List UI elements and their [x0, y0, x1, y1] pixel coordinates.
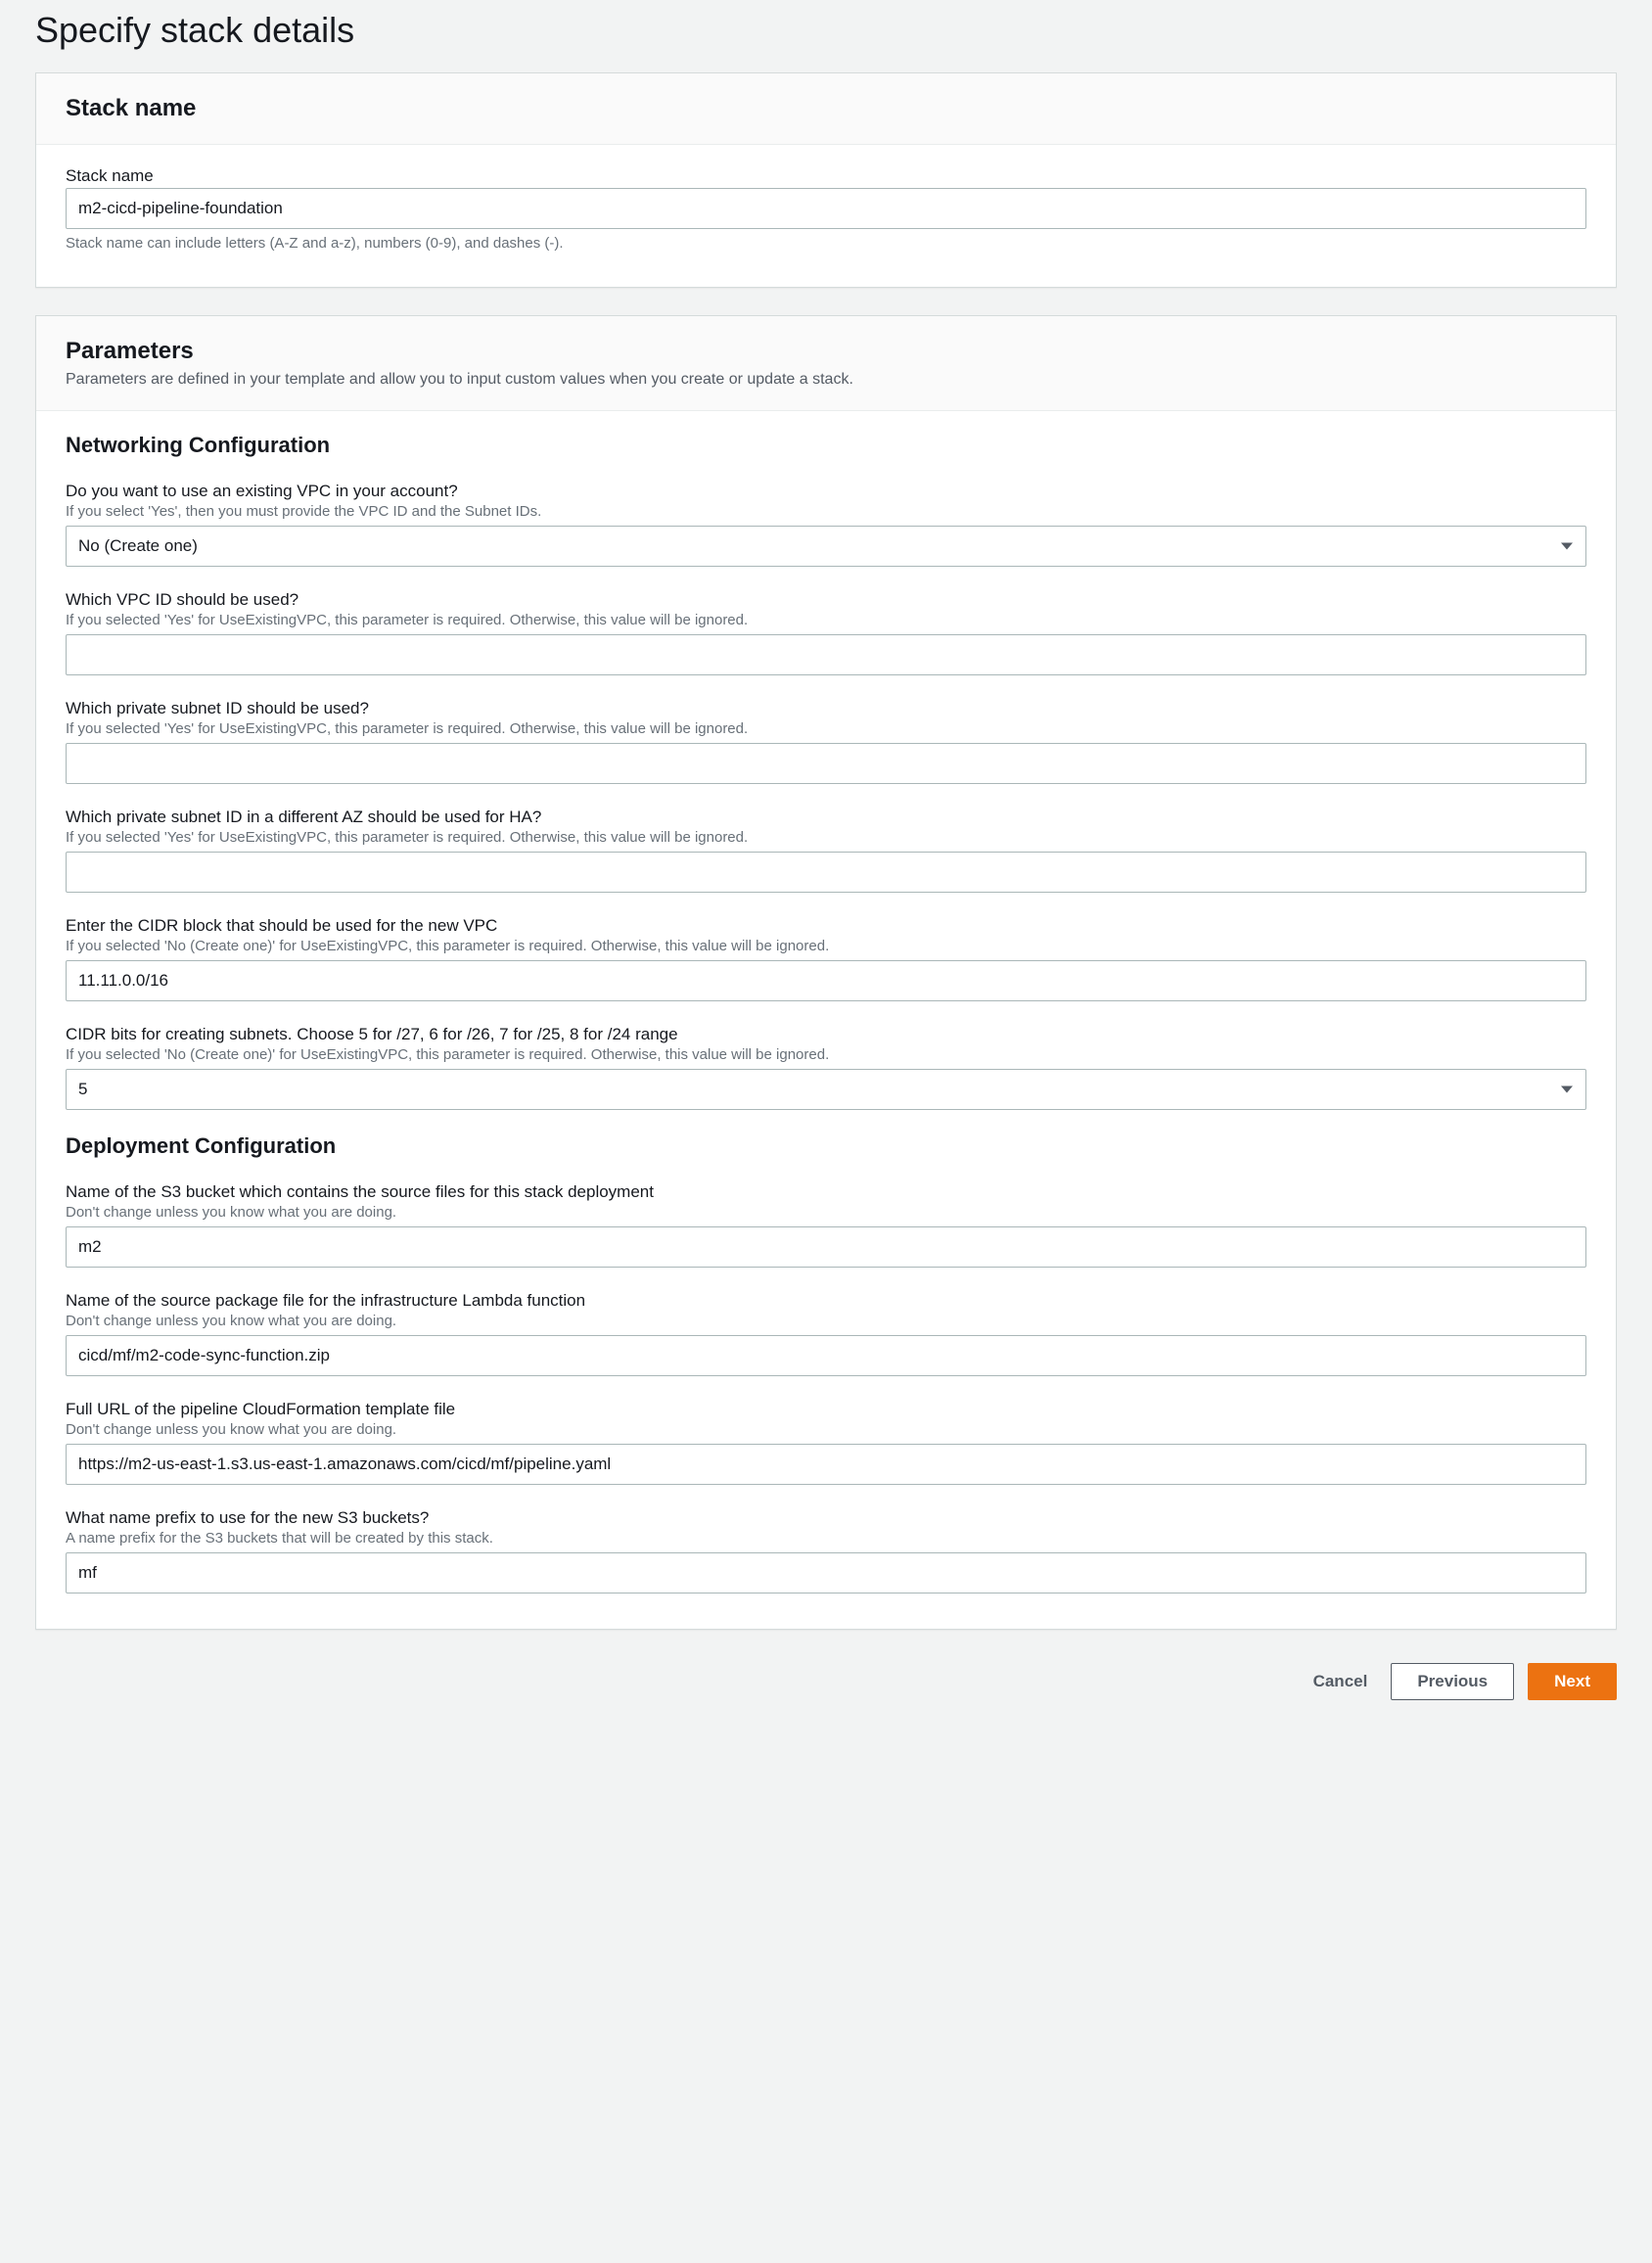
use-existing-vpc-label: Do you want to use an existing VPC in yo… [66, 482, 1586, 501]
stack-name-panel: Stack name Stack name Stack name can inc… [35, 72, 1617, 288]
cidr-bits-label: CIDR bits for creating subnets. Choose 5… [66, 1025, 1586, 1044]
s3-prefix-hint: A name prefix for the S3 buckets that wi… [66, 1530, 1586, 1547]
use-existing-vpc-select[interactable]: No (Create one) [66, 526, 1586, 567]
template-url-label: Full URL of the pipeline CloudFormation … [66, 1400, 1586, 1419]
subnet1-label: Which private subnet ID should be used? [66, 699, 1586, 718]
s3-bucket-hint: Don't change unless you know what you ar… [66, 1204, 1586, 1221]
vpc-id-label: Which VPC ID should be used? [66, 590, 1586, 610]
cidr-block-input[interactable] [66, 960, 1586, 1001]
vpc-id-input[interactable] [66, 634, 1586, 675]
parameters-panel: Parameters Parameters are defined in you… [35, 315, 1617, 1630]
s3-prefix-label: What name prefix to use for the new S3 b… [66, 1508, 1586, 1528]
subnet2-hint: If you selected 'Yes' for UseExistingVPC… [66, 829, 1586, 846]
cidr-block-label: Enter the CIDR block that should be used… [66, 916, 1586, 936]
lambda-pkg-input[interactable] [66, 1335, 1586, 1376]
stack-name-heading: Stack name [66, 95, 1586, 122]
cancel-button[interactable]: Cancel [1304, 1664, 1378, 1699]
template-url-hint: Don't change unless you know what you ar… [66, 1421, 1586, 1438]
use-existing-vpc-hint: If you select 'Yes', then you must provi… [66, 503, 1586, 520]
wizard-footer: Cancel Previous Next [35, 1657, 1617, 1700]
vpc-id-hint: If you selected 'Yes' for UseExistingVPC… [66, 612, 1586, 628]
lambda-pkg-hint: Don't change unless you know what you ar… [66, 1313, 1586, 1329]
parameters-header: Parameters Parameters are defined in you… [36, 316, 1616, 411]
subnet2-label: Which private subnet ID in a different A… [66, 808, 1586, 827]
networking-heading: Networking Configuration [66, 433, 1586, 458]
subnet1-input[interactable] [66, 743, 1586, 784]
subnet1-hint: If you selected 'Yes' for UseExistingVPC… [66, 720, 1586, 737]
parameters-heading: Parameters [66, 338, 1586, 365]
stack-name-input[interactable] [66, 188, 1586, 229]
stack-name-header: Stack name [36, 73, 1616, 145]
stack-name-label: Stack name [66, 166, 1586, 186]
previous-button[interactable]: Previous [1391, 1663, 1514, 1700]
s3-bucket-input[interactable] [66, 1226, 1586, 1268]
page-title: Specify stack details [35, 10, 1617, 51]
stack-name-hint: Stack name can include letters (A-Z and … [66, 235, 1586, 252]
subnet2-input[interactable] [66, 852, 1586, 893]
lambda-pkg-label: Name of the source package file for the … [66, 1291, 1586, 1311]
parameters-subheading: Parameters are defined in your template … [66, 371, 1586, 389]
s3-prefix-input[interactable] [66, 1552, 1586, 1593]
template-url-input[interactable] [66, 1444, 1586, 1485]
next-button[interactable]: Next [1528, 1663, 1617, 1700]
cidr-bits-select[interactable]: 5 [66, 1069, 1586, 1110]
deployment-heading: Deployment Configuration [66, 1133, 1586, 1159]
s3-bucket-label: Name of the S3 bucket which contains the… [66, 1182, 1586, 1202]
cidr-bits-hint: If you selected 'No (Create one)' for Us… [66, 1046, 1586, 1063]
cidr-block-hint: If you selected 'No (Create one)' for Us… [66, 938, 1586, 954]
